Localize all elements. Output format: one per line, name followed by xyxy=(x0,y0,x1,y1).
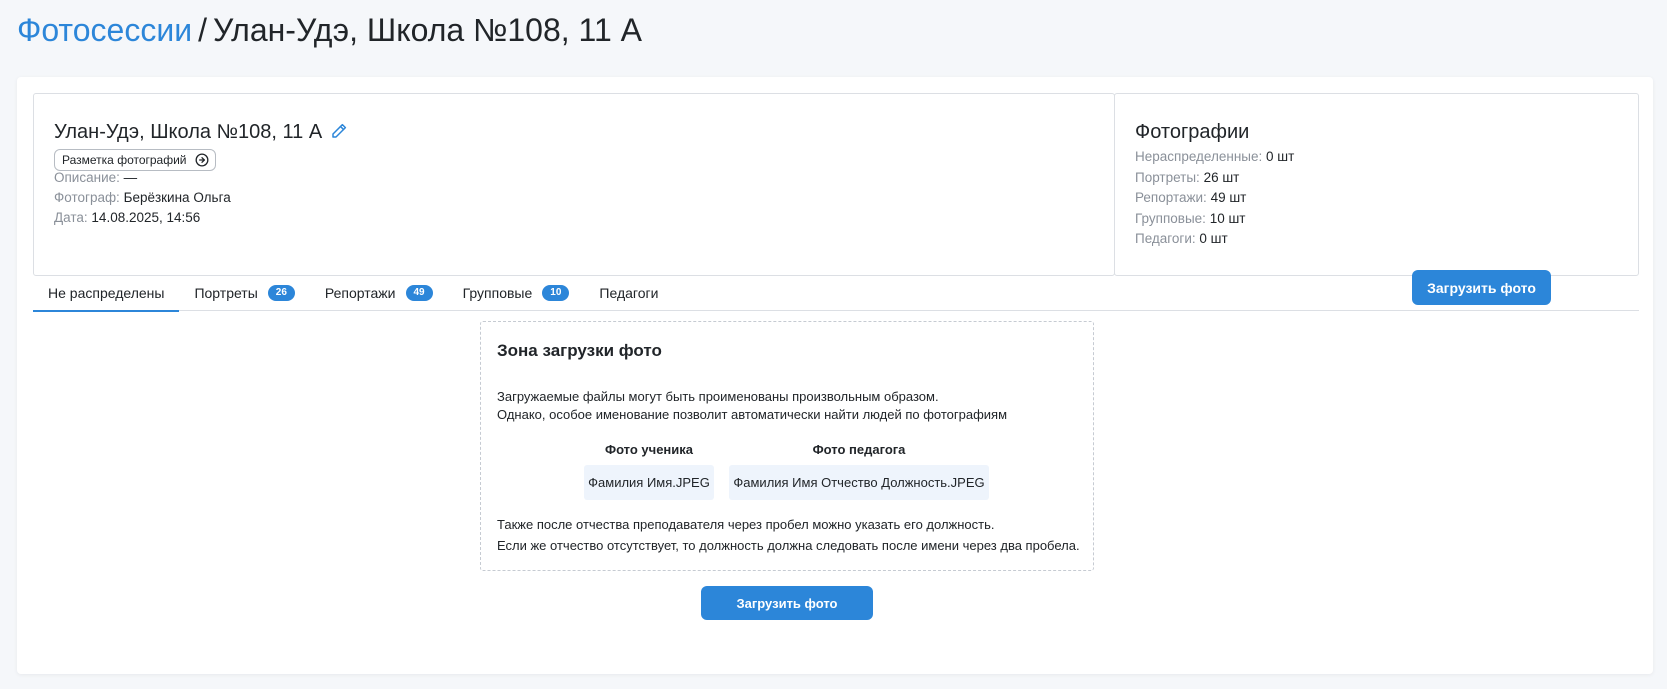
upload-photo-button-bottom[interactable]: Загрузить фото xyxy=(701,586,873,620)
date-row: Дата: 14.08.2025, 14:56 xyxy=(54,209,200,227)
photo-stats-panel: Фотографии Нераспределенные: 0 шт Портре… xyxy=(1114,93,1639,276)
description-label: Описание: xyxy=(54,170,120,185)
stat-label: Групповые: xyxy=(1135,211,1206,226)
photo-stats-title: Фотографии xyxy=(1135,121,1250,143)
page-title: Улан-Удэ, Школа №108, 11 А xyxy=(212,12,642,48)
photo-drop-zone[interactable]: Зона загрузки фото Загружаемые файлы мог… xyxy=(480,321,1094,571)
teacher-photo-title: Фото педагога xyxy=(812,442,906,457)
tab-group[interactable]: Групповые 10 xyxy=(448,275,585,311)
session-title-row: Улан-Удэ, Школа №108, 11 А xyxy=(54,119,350,145)
stat-group: Групповые: 10 шт xyxy=(1135,210,1245,228)
stat-teachers: Педагоги: 0 шт xyxy=(1135,230,1228,248)
count-badge: 26 xyxy=(267,285,295,301)
count-badge: 49 xyxy=(405,285,433,301)
stat-reportage: Репортажи: 49 шт xyxy=(1135,189,1246,207)
stat-label: Репортажи: xyxy=(1135,190,1207,205)
tab-reportage[interactable]: Репортажи 49 xyxy=(310,275,448,311)
breadcrumb-separator: / xyxy=(198,12,207,48)
stat-value: 10 шт xyxy=(1209,211,1246,226)
stat-value: 0 шт xyxy=(1199,231,1228,246)
arrow-right-circle-icon xyxy=(195,153,209,167)
photographer-row: Фотограф: Берёзкина Ольга xyxy=(54,189,231,207)
stat-label: Педагоги: xyxy=(1135,231,1196,246)
description-value: — xyxy=(123,170,138,185)
category-tabs: Не распределены Портреты 26 Репортажи 49… xyxy=(33,275,1639,312)
date-label: Дата: xyxy=(54,210,88,225)
main-card: Улан-Удэ, Школа №108, 11 А Разметка фото… xyxy=(17,77,1653,674)
breadcrumb: Фотосессии / Улан-Удэ, Школа №108, 11 А xyxy=(17,10,642,50)
student-photo-title: Фото ученика xyxy=(604,442,694,457)
tab-label: Репортажи xyxy=(324,285,396,301)
photo-markup-button[interactable]: Разметка фотографий xyxy=(54,149,216,171)
tab-label: Групповые xyxy=(462,285,533,301)
drop-zone-line-1: Загружаемые файлы могут быть проименован… xyxy=(497,389,939,404)
drop-zone-title: Зона загрузки фото xyxy=(497,341,662,360)
photo-markup-label: Разметка фотографий xyxy=(62,153,187,167)
tab-label: Педагоги xyxy=(599,285,659,301)
stat-label: Нераспределенные: xyxy=(1135,149,1263,164)
drop-zone-note-2: Если же отчество отсутствует, то должнос… xyxy=(497,538,1080,553)
upload-photo-button-top[interactable]: Загрузить фото xyxy=(1412,270,1551,305)
stat-value: 49 шт xyxy=(1210,190,1247,205)
description-row: Описание: — xyxy=(54,169,137,187)
teacher-filename-example: Фамилия Имя Отчество Должность.JPEG xyxy=(729,465,989,500)
student-filename-example: Фамилия Имя.JPEG xyxy=(584,465,714,500)
tab-label: Не распределены xyxy=(48,285,165,301)
stat-label: Портреты: xyxy=(1135,170,1200,185)
session-title: Улан-Удэ, Школа №108, 11 А xyxy=(54,121,323,143)
pencil-icon[interactable] xyxy=(330,122,350,142)
tab-teachers[interactable]: Педагоги xyxy=(584,275,673,311)
stat-value: 0 шт xyxy=(1266,149,1295,164)
drop-zone-note-1: Также после отчества преподавателя через… xyxy=(497,517,995,532)
breadcrumb-photosessions-link[interactable]: Фотосессии xyxy=(17,12,192,48)
photographer-label: Фотограф: xyxy=(54,190,120,205)
session-info-panel: Улан-Удэ, Школа №108, 11 А Разметка фото… xyxy=(33,93,1115,276)
tab-portraits[interactable]: Портреты 26 xyxy=(179,275,309,311)
tab-label: Портреты xyxy=(194,285,258,301)
photographer-value: Берёзкина Ольга xyxy=(123,190,231,205)
date-value: 14.08.2025, 14:56 xyxy=(91,210,201,225)
stat-portraits: Портреты: 26 шт xyxy=(1135,169,1239,187)
stat-unassigned: Нераспределенные: 0 шт xyxy=(1135,148,1294,166)
count-badge: 10 xyxy=(542,285,570,301)
tab-unassigned[interactable]: Не распределены xyxy=(33,275,180,312)
stat-value: 26 шт xyxy=(1203,170,1240,185)
drop-zone-line-2: Однако, особое именование позволит автом… xyxy=(497,407,1008,422)
